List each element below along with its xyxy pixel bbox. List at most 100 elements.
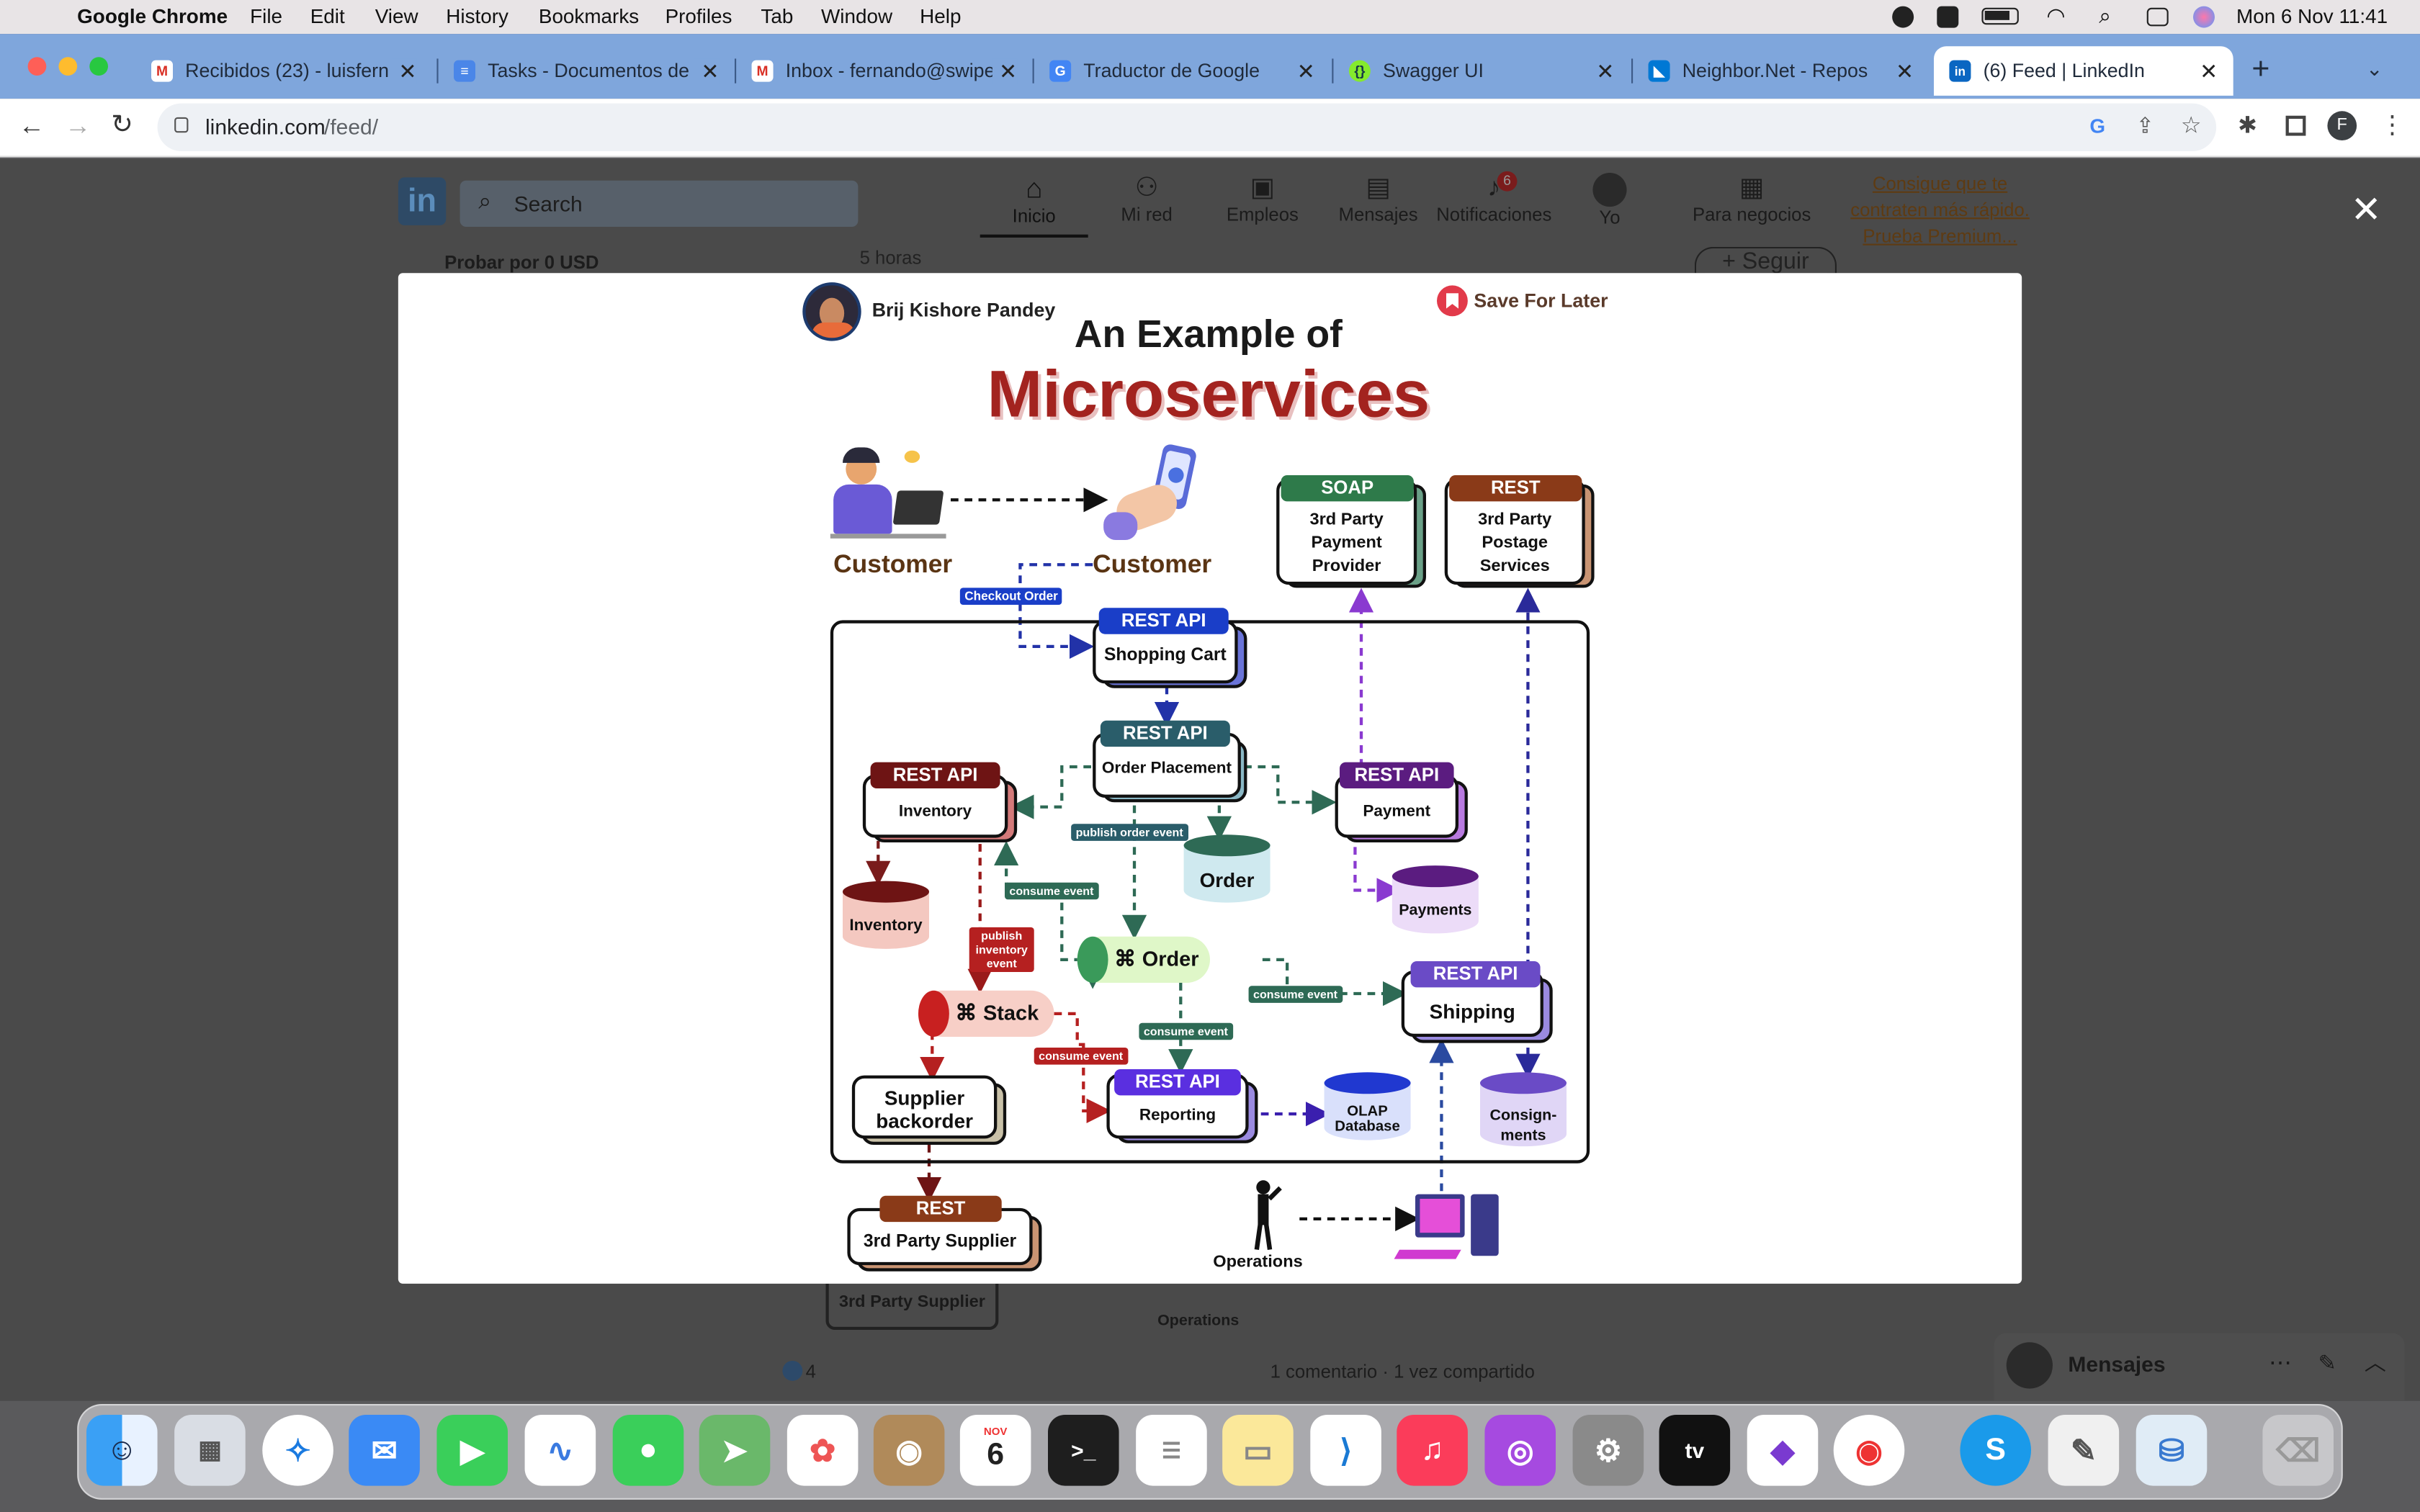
premium-promo-link[interactable]: Consigue que te contraten más rápido. Pr… [1846,171,2034,250]
address-bar[interactable]: linkedin.com /feed/ G ⇪ ☆ [157,103,2217,151]
nav-empleos[interactable]: ▣ Empleos [1211,173,1313,235]
close-modal-icon[interactable]: ✕ [2351,188,2382,233]
spotlight-icon[interactable]: ⌕ [2099,3,2111,29]
nav-para-negocios[interactable]: ▦ Para negocios [1675,173,1829,235]
close-window-icon[interactable] [27,57,47,76]
finder-icon[interactable]: ☺ [86,1414,158,1486]
terminal-icon[interactable]: >_ [1048,1414,1119,1486]
visual-studio-icon[interactable]: ◆ [1747,1414,1819,1486]
post-stats[interactable]: 1 comentario · 1 vez compartido [1270,1361,1535,1382]
close-tab-icon[interactable]: ✕ [694,58,720,85]
reminders-icon[interactable]: ☰ [1136,1414,1207,1486]
olap-database: OLAP Database [1324,1072,1411,1146]
system-settings-icon[interactable]: ⚙ [1572,1414,1644,1486]
nav-mi-red[interactable]: ⚇ Mi red [1095,173,1197,235]
tab-gmail-inbox[interactable]: M Inbox - fernando@swipe ✕ [739,46,1032,96]
menu-help[interactable]: Help [920,4,961,27]
maps-icon[interactable]: ➤ [699,1414,771,1486]
tab-azure-devops[interactable]: ◣ Neighbor.Net - Repos ✕ [1636,46,1929,96]
messages-icon[interactable]: ● [612,1414,684,1486]
chrome-menu-icon[interactable]: ⋮ [2380,109,2404,140]
nav-inicio[interactable]: ⌂ Inicio [980,173,1088,238]
nav-mensajes[interactable]: ▤ Mensajes [1327,173,1429,235]
forward-icon[interactable]: → [65,111,91,142]
status-check-icon[interactable] [1937,6,1959,28]
siri-icon[interactable] [2193,6,2215,28]
calendar-icon[interactable]: NOV 6 [959,1414,1031,1486]
close-tab-icon[interactable]: ✕ [2200,58,2218,84]
extensions-icon[interactable]: ✱ [2238,111,2257,138]
back-icon[interactable]: ← [19,111,45,142]
reaction-count[interactable]: 4 [806,1361,816,1382]
minimize-window-icon[interactable] [58,57,78,76]
chevron-up-icon[interactable]: ︿ [2365,1347,2386,1378]
tab-search-chevron-icon[interactable]: ⌄ [2366,57,2383,81]
trash-icon[interactable]: ⌫ [2262,1414,2334,1486]
tab-docs-tasks[interactable]: ≡ Tasks - Documentos de G ✕ [442,46,735,96]
left-promo[interactable]: Probar por 0 USD [398,251,756,273]
freeform-icon[interactable]: ∿ [524,1414,596,1486]
contacts-icon[interactable]: ◉ [873,1414,945,1486]
nav-notificaciones[interactable]: ♪ 6 Notificaciones [1433,171,1556,235]
linkedin-logo[interactable]: in [398,177,447,225]
close-tab-icon[interactable]: ✕ [1896,58,1914,84]
close-tab-icon[interactable]: ✕ [1596,58,1614,84]
more-options-icon[interactable]: ⋯ [2269,1349,2292,1376]
textedit-icon[interactable]: ✎ [2048,1414,2120,1486]
control-center-icon[interactable] [2146,7,2169,27]
bookmark-star-icon[interactable]: ☆ [2181,111,2202,138]
tab-google-translate[interactable]: G Traductor de Google ✕ [1037,46,1330,96]
maximize-window-icon[interactable] [89,57,108,76]
new-tab-icon[interactable]: + [2251,53,2269,88]
profile-avatar[interactable]: F [2327,111,2357,140]
music-icon[interactable]: ♫ [1397,1414,1468,1486]
facetime-icon[interactable]: ▶ [436,1414,508,1486]
close-tab-icon[interactable]: ✕ [392,58,417,85]
apple-tv-icon[interactable]: tv [1659,1414,1731,1486]
podcasts-icon[interactable]: ◎ [1484,1414,1556,1486]
tab-swagger[interactable]: {} Swagger UI ✕ [1337,46,1630,96]
close-tab-icon[interactable]: ✕ [1297,58,1315,84]
mail-icon[interactable]: ✉ [349,1414,420,1486]
menu-app-name[interactable]: Google Chrome [77,4,228,27]
google-lens-icon[interactable]: G [2089,114,2105,138]
safari-icon[interactable]: ✧ [262,1414,333,1486]
messaging-panel[interactable]: Mensajes ⋯ ✎ ︿ [1994,1333,2405,1401]
kafka-icon: ⌘ [955,999,977,1025]
menu-history[interactable]: History [446,4,508,27]
like-reaction-icon[interactable] [782,1361,803,1381]
menu-profiles[interactable]: Profiles [666,4,732,27]
nav-yo[interactable]: Yo [1579,173,1641,235]
lock-icon[interactable] [174,117,189,133]
azure-data-studio-icon[interactable]: ⛁ [2136,1414,2208,1486]
menu-tab[interactable]: Tab [761,4,793,27]
skype-icon[interactable]: S [1960,1414,2031,1486]
launchpad-icon[interactable]: ▦ [174,1414,246,1486]
battery-icon[interactable] [1981,7,2019,25]
side-panel-icon[interactable] [2285,115,2306,136]
compose-icon[interactable]: ✎ [2318,1350,2336,1376]
reload-icon[interactable]: ↻ [111,109,133,140]
wifi-icon[interactable]: ◠ [2046,3,2065,29]
nav-label: Yo [1599,207,1621,229]
menu-view[interactable]: View [375,4,418,27]
menu-edit[interactable]: Edit [310,4,345,27]
follow-button[interactable]: + Seguir [1694,246,1837,274]
close-tab-icon[interactable]: ✕ [992,58,1018,85]
chrome-icon[interactable]: ◉ [1833,1414,1905,1486]
linkedin-search[interactable]: ⌕ Search [460,180,859,227]
tab-gmail-recibidos[interactable]: M Recibidos (23) - luisfern ✕ [139,46,432,96]
tab-linkedin-feed[interactable]: in (6) Feed | LinkedIn ✕ [1934,46,2233,96]
vscode-icon[interactable]: ⟩ [1310,1414,1381,1486]
share-icon[interactable]: ⇪ [2136,112,2154,138]
menubar-datetime[interactable]: Mon 6 Nov 11:41 [2236,4,2388,27]
menu-file[interactable]: File [250,4,282,27]
messaging-label: Mensajes [2068,1351,2166,1377]
status-app-icon[interactable] [1892,6,1914,28]
consume-event-tag-3: consume event [1139,1022,1233,1040]
photos-icon[interactable]: ✿ [786,1414,859,1486]
menu-bookmarks[interactable]: Bookmarks [539,4,639,27]
notes-icon[interactable]: ▭ [1222,1414,1294,1486]
order-db-label: Order [1199,868,1255,892]
menu-window[interactable]: Window [821,4,892,27]
